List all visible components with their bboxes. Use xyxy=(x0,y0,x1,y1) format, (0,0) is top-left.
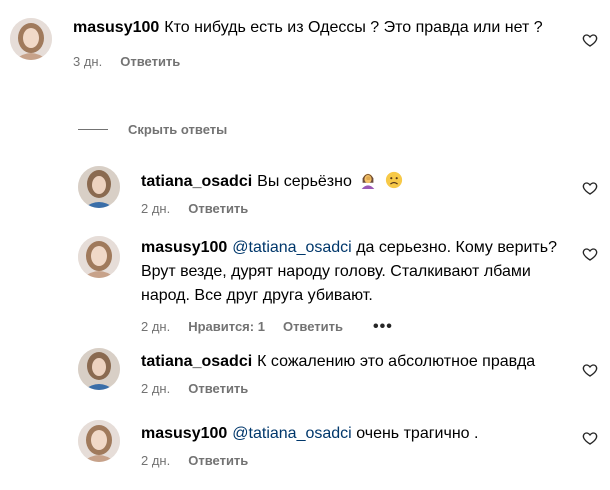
comment-meta: 2 дн. Ответить xyxy=(141,201,571,216)
reply-comment: tatiana_osadci К сожалению это абсолютное… xyxy=(0,344,610,404)
comment-text: tatiana_osadci К сожалению это абсолютное… xyxy=(141,350,571,374)
comment: masusy100 Кто нибудь есть из Одессы ? Это… xyxy=(0,0,610,110)
heart-icon[interactable] xyxy=(582,362,598,378)
avatar[interactable] xyxy=(78,348,120,390)
comment-text: masusy100 Кто нибудь есть из Одессы ? Это… xyxy=(73,16,573,40)
heart-icon[interactable] xyxy=(582,430,598,446)
disappointed-face-icon xyxy=(385,171,402,189)
username[interactable]: tatiana_osadci xyxy=(141,173,252,190)
comment-text: masusy100 @tatiana_osadci да серьезно. Ко… xyxy=(141,236,561,308)
reply-button[interactable]: Ответить xyxy=(188,453,248,468)
avatar[interactable] xyxy=(78,420,120,462)
comment-text: tatiana_osadci Вы серьёзно xyxy=(141,170,571,194)
comment-body: очень трагично . xyxy=(356,425,479,442)
hide-replies-label: Скрыть ответы xyxy=(128,122,228,137)
mention-link[interactable]: @tatiana_osadci xyxy=(232,239,351,256)
more-options-icon[interactable]: ••• xyxy=(373,318,393,334)
divider xyxy=(78,129,108,130)
reply-comment: masusy100 @tatiana_osadci очень трагично … xyxy=(0,414,610,484)
reply-button[interactable]: Ответить xyxy=(120,54,180,69)
username[interactable]: masusy100 xyxy=(141,425,227,442)
woman-facepalming-icon xyxy=(362,173,375,189)
comment-meta: 2 дн. Ответить xyxy=(141,453,571,468)
heart-icon[interactable] xyxy=(582,32,598,48)
heart-icon[interactable] xyxy=(582,246,598,262)
reply-button[interactable]: Ответить xyxy=(283,319,343,334)
avatar[interactable] xyxy=(78,166,120,208)
reply-button[interactable]: Ответить xyxy=(188,381,248,396)
avatar[interactable] xyxy=(10,18,52,60)
comment-text: masusy100 @tatiana_osadci очень трагично … xyxy=(141,422,571,446)
comment-meta: 2 дн. Ответить xyxy=(141,381,571,396)
reply-button[interactable]: Ответить xyxy=(188,201,248,216)
comment-body: Вы серьёзно xyxy=(257,173,352,190)
hide-replies-toggle[interactable]: Скрыть ответы xyxy=(78,122,227,137)
username[interactable]: masusy100 xyxy=(73,19,159,36)
timestamp[interactable]: 2 дн. xyxy=(141,381,170,396)
timestamp[interactable]: 2 дн. xyxy=(141,453,170,468)
timestamp[interactable]: 3 дн. xyxy=(73,54,102,69)
timestamp[interactable]: 2 дн. xyxy=(141,319,170,334)
timestamp[interactable]: 2 дн. xyxy=(141,201,170,216)
avatar[interactable] xyxy=(78,236,120,278)
username[interactable]: masusy100 xyxy=(141,239,227,256)
username[interactable]: tatiana_osadci xyxy=(141,353,252,370)
heart-icon[interactable] xyxy=(582,180,598,196)
reply-comment: masusy100 @tatiana_osadci да серьезно. Ко… xyxy=(0,230,610,340)
comment-meta: 3 дн. Ответить xyxy=(73,54,573,69)
likes-count[interactable]: Нравится: 1 xyxy=(188,319,265,334)
reply-comment: tatiana_osadci Вы серьёзно 2 дн. Ответить xyxy=(0,160,610,220)
comment-meta: 2 дн. Нравится: 1 Ответить ••• xyxy=(141,318,561,334)
comment-body: Кто нибудь есть из Одессы ? Это правда и… xyxy=(164,19,543,36)
comment-body: К сожалению это абсолютное правда xyxy=(257,353,536,370)
mention-link[interactable]: @tatiana_osadci xyxy=(232,425,351,442)
